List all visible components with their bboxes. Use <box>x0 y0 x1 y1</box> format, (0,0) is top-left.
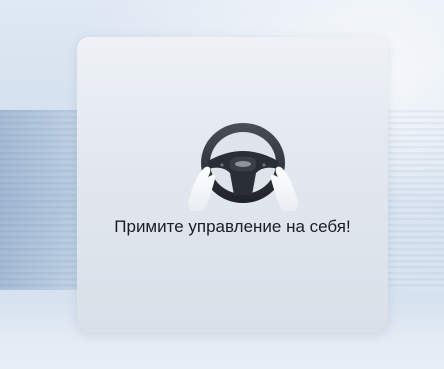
takeover-message: Примите управление на себя! <box>77 215 388 239</box>
takeover-message-text: Примите управление на себя! <box>114 217 351 236</box>
steering-wheel-hands-icon <box>178 115 308 215</box>
takeover-alert-card: Примите управление на себя! <box>77 37 388 333</box>
screen: Примите управление на себя! <box>0 0 444 369</box>
